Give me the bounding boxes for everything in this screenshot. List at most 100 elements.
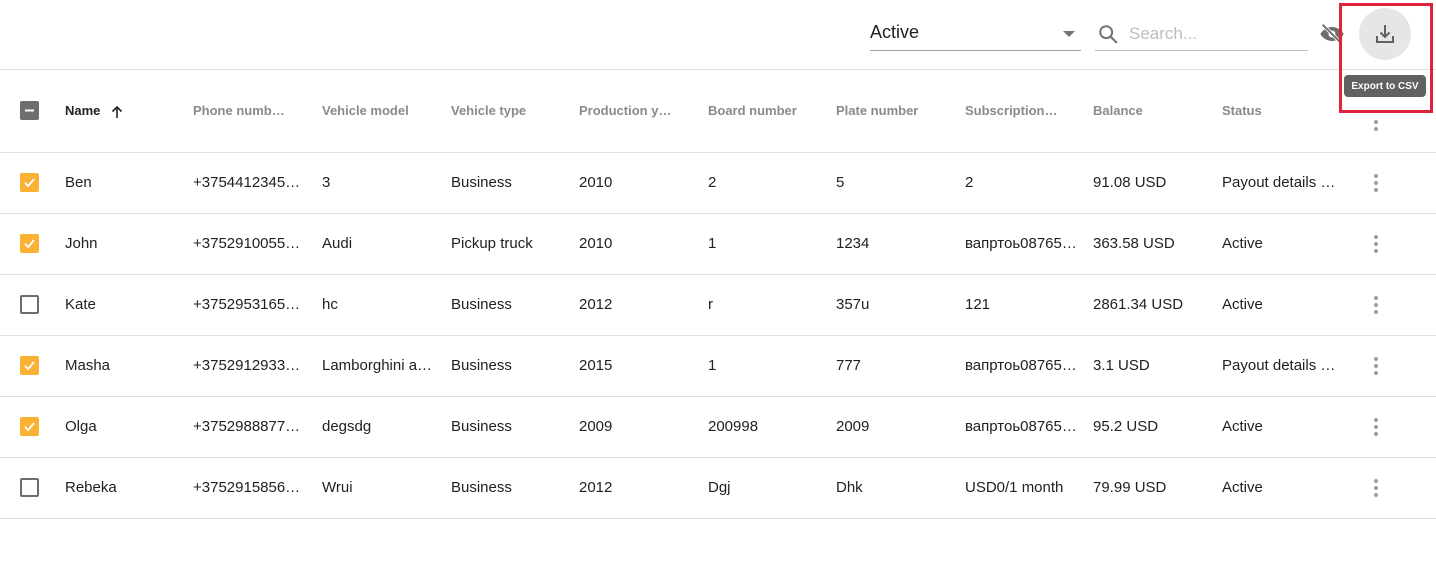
row-more-icon[interactable] — [1366, 234, 1386, 253]
search-icon — [1099, 25, 1118, 44]
vehicle-type-cell: Business — [451, 418, 512, 435]
drivers-table: Name Phone numb… Vehicle model Vehicle t… — [0, 70, 1436, 519]
subscription-cell: 121 — [965, 296, 991, 313]
board-number-cell: 2 — [708, 174, 717, 191]
name-cell: Masha — [65, 357, 111, 374]
column-header-board-number[interactable]: Board number — [708, 70, 836, 152]
balance-cell: 3.1 USD — [1093, 357, 1150, 374]
subscription-cell: вапртоь08765… — [965, 418, 1077, 435]
balance-cell: 79.99 USD — [1093, 479, 1167, 496]
phone-cell: +3752910055… — [193, 235, 301, 252]
table-row[interactable]: Masha +3752912933… Lamborghini a… Business 2… — [0, 335, 1436, 396]
row-checkbox[interactable] — [20, 295, 39, 314]
download-icon — [1376, 25, 1394, 43]
column-header-vehicle-model[interactable]: Vehicle model — [322, 70, 451, 152]
name-cell: Rebeka — [65, 479, 117, 496]
production-year-cell: 2012 — [579, 296, 613, 313]
plate-number-cell: 1234 — [836, 235, 870, 252]
production-year-cell: 2012 — [579, 479, 613, 496]
phone-cell: +3752912933… — [193, 357, 301, 374]
board-number-cell: 1 — [708, 235, 717, 252]
subscription-cell: вапртоь08765… — [965, 357, 1077, 374]
row-checkbox[interactable] — [20, 234, 39, 253]
production-year-cell: 2009 — [579, 418, 613, 435]
select-all-checkbox[interactable] — [20, 101, 39, 121]
row-more-icon[interactable] — [1366, 173, 1386, 192]
row-more-icon[interactable] — [1366, 295, 1386, 314]
vehicle-model-cell: 3 — [322, 174, 331, 191]
row-more-icon[interactable] — [1366, 356, 1386, 375]
export-csv-button[interactable] — [1359, 8, 1411, 60]
column-header-vehicle-type[interactable]: Vehicle type — [451, 70, 579, 152]
table-row[interactable]: Olga +3752988877… degsdg Business 2009 200998… — [0, 396, 1436, 457]
column-header-phone[interactable]: Phone numb… — [193, 70, 322, 152]
eye-off-icon[interactable] — [1318, 20, 1346, 48]
column-header-balance[interactable]: Balance — [1093, 70, 1222, 152]
table-row[interactable]: Ben +3754412345… 3 Business 2010 2 5 2 91.08 USD… — [0, 152, 1436, 213]
export-tooltip: Export to CSV — [1344, 75, 1426, 97]
name-cell: John — [65, 235, 98, 252]
plate-number-cell: 357u — [836, 296, 870, 313]
vehicle-model-cell: degsdg — [322, 418, 372, 435]
status-filter-select[interactable]: Active — [870, 18, 1081, 51]
board-number-cell: Dgj — [708, 479, 731, 496]
production-year-cell: 2010 — [579, 174, 613, 191]
plate-number-cell: 5 — [836, 174, 845, 191]
dropdown-arrow-icon — [1063, 31, 1075, 37]
search-input[interactable] — [1129, 20, 1304, 48]
row-more-icon[interactable] — [1366, 478, 1386, 497]
status-cell: Active — [1222, 418, 1263, 435]
check-icon — [24, 361, 35, 371]
table-row[interactable]: Rebeka +3752915856… Wrui Business 2012 Dgj Dhk… — [0, 457, 1436, 518]
plate-number-cell: 2009 — [836, 418, 870, 435]
vehicle-type-cell: Business — [451, 479, 512, 496]
header-more-icon[interactable] — [1366, 120, 1386, 132]
vehicle-model-cell: Wrui — [322, 479, 353, 496]
row-checkbox[interactable] — [20, 173, 39, 192]
balance-cell: 363.58 USD — [1093, 235, 1175, 252]
vehicle-type-cell: Pickup truck — [451, 235, 533, 252]
vehicle-model-cell: Audi — [322, 235, 353, 252]
balance-cell: 2861.34 USD — [1093, 296, 1184, 313]
phone-cell: +3752953165… — [193, 296, 301, 313]
status-filter-value: Active — [870, 22, 920, 42]
balance-cell: 91.08 USD — [1093, 174, 1167, 191]
production-year-cell: 2015 — [579, 357, 613, 374]
vehicle-type-cell: Business — [451, 357, 512, 374]
row-checkbox[interactable] — [20, 356, 39, 375]
check-icon — [24, 178, 35, 188]
subscription-cell: 2 — [965, 174, 974, 191]
column-header-subscription[interactable]: Subscription… — [965, 70, 1093, 152]
production-year-cell: 2010 — [579, 235, 613, 252]
name-cell: Olga — [65, 418, 97, 435]
phone-cell: +3752988877… — [193, 418, 301, 435]
table-toolbar: Active — [0, 0, 1436, 70]
board-number-cell: r — [708, 296, 713, 313]
phone-cell: +3754412345… — [193, 174, 301, 191]
column-header-production-year[interactable]: Production y… — [579, 70, 708, 152]
vehicle-type-cell: Business — [451, 174, 512, 191]
row-more-icon[interactable] — [1366, 417, 1386, 436]
check-icon — [24, 422, 35, 432]
row-checkbox[interactable] — [20, 478, 39, 497]
vehicle-type-cell: Business — [451, 296, 512, 313]
table-header-row: Name Phone numb… Vehicle model Vehicle t… — [0, 70, 1436, 152]
subscription-cell: USD0/1 month — [965, 479, 1064, 496]
table-row[interactable]: Kate +3752953165… hc Business 2012 r 357u 121 28… — [0, 274, 1436, 335]
balance-cell: 95.2 USD — [1093, 418, 1159, 435]
vehicle-model-cell: Lamborghini a… — [322, 357, 433, 374]
board-number-cell: 200998 — [708, 418, 759, 435]
status-cell: Active — [1222, 296, 1263, 313]
check-icon — [24, 239, 35, 249]
status-cell: Payout details … — [1222, 174, 1336, 191]
sort-ascending-icon[interactable] — [110, 105, 124, 119]
column-header-name[interactable]: Name — [65, 70, 193, 152]
phone-cell: +3752915856… — [193, 479, 301, 496]
status-cell: Payout details … — [1222, 357, 1336, 374]
column-header-plate-number[interactable]: Plate number — [836, 70, 965, 152]
plate-number-cell: Dhk — [836, 479, 863, 496]
row-checkbox[interactable] — [20, 417, 39, 436]
table-row[interactable]: John +3752910055… Audi Pickup truck 2010 1 123… — [0, 213, 1436, 274]
minus-icon — [25, 109, 34, 112]
status-cell: Active — [1222, 235, 1263, 252]
